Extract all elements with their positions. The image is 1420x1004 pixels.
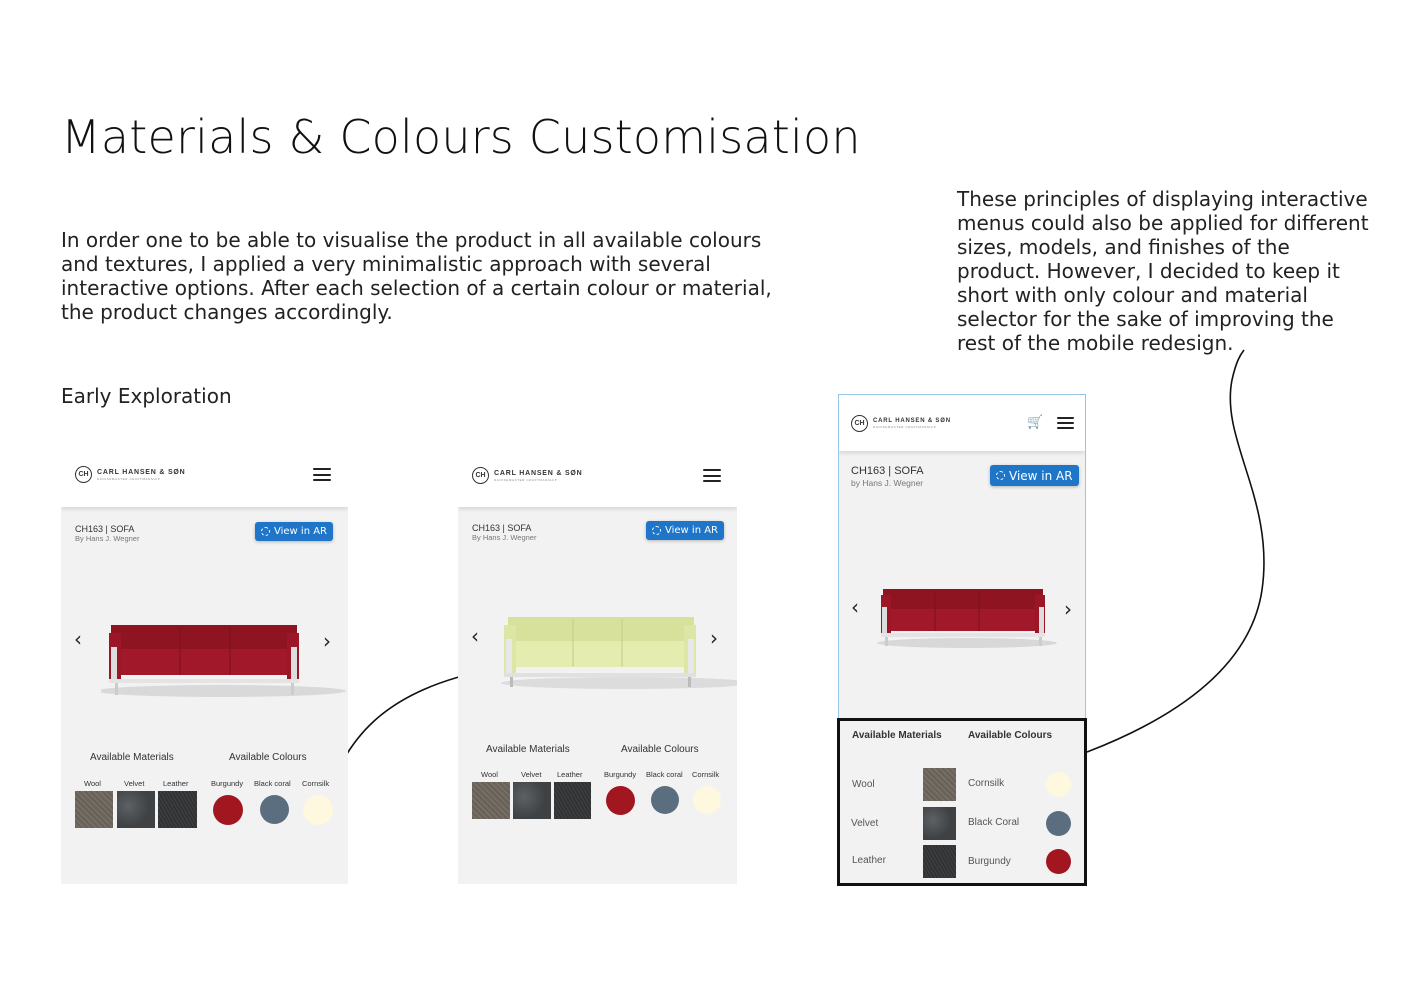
menu-icon[interactable] [313,468,331,481]
mockup-3-header: CH CARL HANSEN & SØN DANISHMASTER CRAFTM… [839,395,1085,451]
colour-label-black-coral: Black Coral [968,817,1020,828]
brand-name: CARL HANSEN & SØN [97,468,186,476]
colour-dot-cornsilk[interactable] [693,786,721,814]
colour-label-burgundy: Burgundy [211,779,244,788]
material-swatch-velvet[interactable] [117,791,155,828]
ar-icon [996,471,1005,480]
colour-dot-burgundy[interactable] [606,786,635,815]
mockup-1: CH CARL HANSEN & SØN DANISHMASTER CRAFTM… [61,441,348,884]
product-title: CH163 | SOFA [851,465,924,477]
brand-logo-icon: CH [851,415,868,432]
view-in-ar-button[interactable]: View in AR [646,521,724,540]
colour-dot-black-coral[interactable] [260,795,289,824]
mockup-2: CH CARL HANSEN & SØN DANISHMASTER CRAFTM… [458,443,737,884]
intro-paragraph: In order one to be able to visualise the… [61,228,772,324]
brand-tagline: DANISHMASTER CRAFTMANSHIP [97,476,161,481]
colours-heading: Available Colours [621,744,699,755]
colour-label-cornsilk: Cornsilk [302,779,330,788]
colour-dot-cornsilk[interactable] [303,795,333,825]
menu-icon[interactable] [703,469,721,482]
material-swatch-wool[interactable] [923,768,956,801]
material-label-wool: Wool [481,770,498,779]
material-swatch-velvet[interactable] [513,782,551,819]
connector-curve-2 [1086,349,1265,753]
ar-label: View in AR [1009,468,1073,483]
material-swatch-velvet[interactable] [923,807,956,840]
brand-tagline: DANISHMASTER CRAFTMANSHIP [873,425,937,429]
material-label-leather: Leather [163,779,189,788]
material-label-leather: Leather [557,770,583,779]
menu-icon[interactable] [1057,417,1074,429]
prev-arrow-icon[interactable]: ‹ [471,626,479,646]
material-swatch-wool[interactable] [472,782,510,819]
mockup-2-header: CH CARL HANSEN & SØN DANISHMASTER CRAFTM… [458,443,737,507]
colour-dot-burgundy[interactable] [213,795,243,825]
side-note: These principles of displaying interacti… [957,187,1369,355]
product-title: CH163 | SOFA [75,524,135,534]
sofa-image [101,625,346,697]
brand-name: CARL HANSEN & SØN [873,418,951,424]
brand-logo-icon: CH [472,467,489,484]
product-designer: by Hans J. Wegner [851,478,924,488]
colour-label-burgundy: Burgundy [604,770,637,779]
material-swatch-leather[interactable] [554,782,591,819]
material-swatch-leather[interactable] [158,791,197,828]
view-in-ar-button[interactable]: View in AR [255,522,333,541]
colour-dot-burgundy[interactable] [1046,849,1071,874]
view-in-ar-button[interactable]: View in AR [990,465,1079,486]
material-label-leather: Leather [852,855,886,866]
colours-heading: Available Colours [968,730,1053,741]
material-label-velvet: Velvet [851,818,879,829]
material-swatch-wool[interactable] [75,791,113,828]
material-swatch-leather[interactable] [923,845,956,878]
colour-label-black-coral: Black coral [646,770,683,779]
brand-tagline: DANISHMASTER CRAFTMANSHIP [494,477,558,482]
colour-label-black-coral: Black coral [254,779,291,788]
colours-heading: Available Colours [229,752,307,763]
ar-label: View in AR [665,525,718,536]
material-label-velvet: Velvet [521,770,542,779]
material-label-wool: Wool [84,779,101,788]
mockup-1-header: CH CARL HANSEN & SØN DANISHMASTER CRAFTM… [61,441,348,507]
section-label: Early Exploration [61,384,232,408]
sofa-image [877,589,1057,648]
brand-name: CARL HANSEN & SØN [494,469,583,477]
brand-logo-icon: CH [75,466,92,483]
colour-label-burgundy: Burgundy [968,856,1011,867]
colour-dot-black-coral[interactable] [651,786,679,814]
material-label-wool: Wool [852,779,875,790]
product-title: CH163 | SOFA [472,523,532,533]
ar-label: View in AR [274,526,327,537]
prev-arrow-icon[interactable]: ‹ [851,597,859,617]
page-title: Materials & Colours Customisation [61,110,861,164]
colour-dot-black-coral[interactable] [1046,811,1071,836]
next-arrow-icon[interactable]: › [1064,599,1072,619]
colour-dot-cornsilk[interactable] [1046,772,1071,797]
colour-label-cornsilk: Cornsilk [968,778,1005,789]
brand[interactable]: CH CARL HANSEN & SØN DANISHMASTER CRAFTM… [472,467,583,484]
options-panel-highlight: Available Materials Available Colours Wo… [837,718,1087,886]
prev-arrow-icon[interactable]: ‹ [74,629,82,649]
brand[interactable]: CH CARL HANSEN & SØN DANISHMASTER CRAFTM… [75,466,186,483]
ar-icon [261,527,270,536]
product-designer: By Hans J. Wegner [472,533,537,542]
product-designer: By Hans J. Wegner [75,534,140,543]
ar-icon [652,526,661,535]
materials-heading: Available Materials [90,752,174,763]
cart-icon[interactable]: 🛒 [1027,414,1043,430]
materials-heading: Available Materials [486,744,570,755]
sofa-image [501,617,737,689]
colour-label-cornsilk: Cornsilk [692,770,720,779]
brand[interactable]: CH CARL HANSEN & SØN DANISHMASTER CRAFTM… [851,415,951,432]
material-label-velvet: Velvet [124,779,145,788]
materials-heading: Available Materials [852,730,942,741]
